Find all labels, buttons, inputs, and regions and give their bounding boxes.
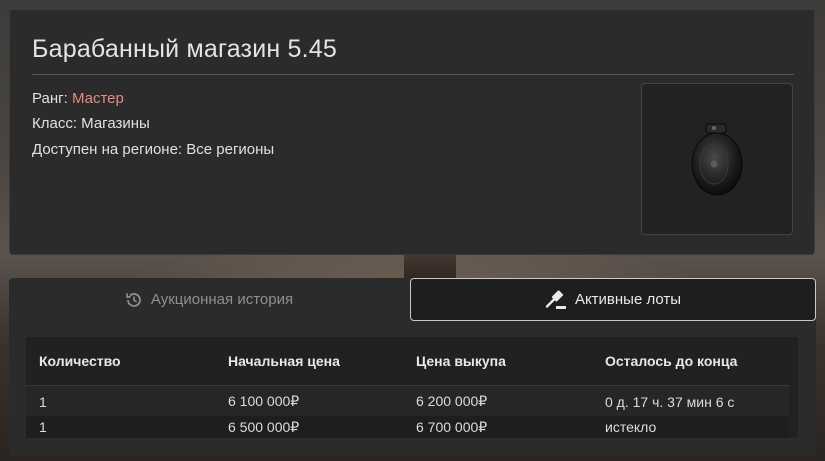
auction-tabs: Аукционная история Активные лоты [9, 278, 816, 321]
cell-quantity: 1 [39, 393, 47, 410]
item-image [641, 83, 793, 235]
cell-start-price: 6 100 000₽ [228, 393, 300, 409]
cell-quantity: 1 [39, 419, 47, 435]
cell-buyout-price: 6 700 000₽ [416, 418, 488, 435]
tab-auction-history[interactable]: Аукционная история [9, 278, 409, 321]
lots-table: Количество Начальная цена Цена выкупа Ос… [26, 337, 798, 438]
cell-buyout-price: 6 200 000₽ [416, 393, 488, 409]
item-rank: Ранг: Мастер [32, 90, 124, 107]
drum-magazine-icon [691, 123, 743, 196]
header-start-price: Начальная цена [228, 353, 340, 369]
header-quantity: Количество [39, 353, 121, 369]
tab-active-lots-label: Активные лоты [574, 291, 682, 308]
item-class: Класс: Магазины [32, 115, 150, 132]
table-row[interactable]: 1 6 100 000₽ 6 200 000₽ 0 д. 17 ч. 37 ми… [26, 385, 789, 417]
cell-time-left: истекло [605, 419, 657, 435]
gavel-icon [545, 289, 566, 309]
item-region: Доступен на регионе: Все регионы [32, 141, 275, 158]
cell-time-left: 0 д. 17 ч. 37 мин 6 с [605, 393, 735, 410]
tab-active-lots[interactable]: Активные лоты [410, 278, 816, 321]
table-row[interactable]: 1 6 500 000₽ 6 700 000₽ истекло [26, 416, 789, 438]
lots-panel: Количество Начальная цена Цена выкупа Ос… [9, 321, 816, 456]
header-buyout-price: Цена выкупа [416, 353, 506, 369]
rank-value: Мастер [71, 90, 124, 107]
header-time-left: Осталось до конца [605, 353, 738, 369]
tab-auction-history-label: Аукционная история [150, 291, 294, 308]
item-info-card: Барабанный магазин 5.45 Ранг: Мастер Кла… [9, 9, 815, 255]
title-divider [32, 74, 794, 75]
rank-label: Ранг: [32, 90, 72, 107]
item-title: Барабанный магазин 5.45 [32, 35, 337, 63]
history-icon [126, 292, 141, 307]
cell-start-price: 6 500 000₽ [228, 418, 300, 435]
table-header: Количество Начальная цена Цена выкупа Ос… [26, 346, 789, 376]
